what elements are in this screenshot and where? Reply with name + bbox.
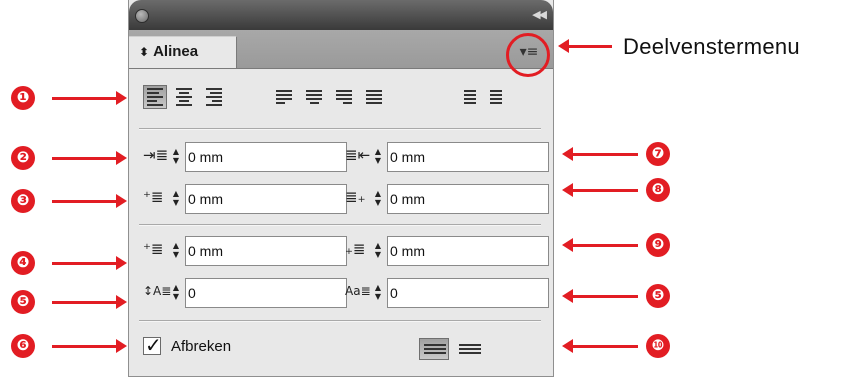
menu-callout-arrow (558, 39, 612, 53)
space-after-icon: ₊≣ (345, 240, 366, 258)
last-line-indent-input[interactable]: 0 mm (387, 184, 549, 214)
callout-badge-2: ❷ (11, 146, 35, 170)
tab-alinea[interactable]: ⬍ Alinea (129, 36, 237, 68)
hyphenate-checkbox[interactable]: ✓ (143, 335, 162, 355)
align-away-from-spine-button[interactable] (487, 85, 511, 109)
collapse-panel-icon[interactable]: ◀◀ (532, 8, 547, 21)
space-after-input[interactable]: 0 mm (387, 236, 549, 266)
last-line-indent-icon: ≣₊ (345, 188, 366, 206)
space-before-input[interactable]: 0 mm (185, 236, 347, 266)
callout-badge-6: ❻ (11, 334, 35, 358)
space-before-stepper[interactable]: ▲ ▼ (169, 239, 183, 261)
alignment-buttons-row (143, 85, 543, 111)
callout-arrow-10 (562, 339, 638, 353)
justify-all-button[interactable] (363, 85, 387, 109)
callout-arrow-3 (52, 194, 127, 208)
panel-menu-highlight (506, 33, 550, 77)
drop-cap-chars-icon: Aa≣ (345, 284, 371, 298)
left-indent-icon: ⇥≣ (143, 146, 169, 164)
callout-arrow-9 (562, 238, 638, 252)
justify-last-right-button[interactable] (333, 85, 357, 109)
panel-titlebar[interactable]: ◀◀ (129, 0, 553, 30)
callout-arrow-2 (52, 151, 127, 165)
double-arrow-updown-icon: ⬍ (139, 45, 150, 59)
callout-arrow-1 (52, 91, 127, 105)
callout-badge-8: ❽ (646, 178, 670, 202)
callout-badge-9: ❾ (646, 233, 670, 257)
callout-badge-10: ❿ (646, 334, 670, 358)
drop-cap-lines-field: ↕A≣ ▲ ▼ 0 (143, 276, 353, 308)
align-right-button[interactable] (203, 85, 227, 109)
left-indent-stepper[interactable]: ▲ ▼ (169, 145, 183, 167)
right-indent-icon: ≣⇤ (345, 146, 371, 164)
callout-badge-7: ❼ (646, 142, 670, 166)
justify-last-left-button[interactable] (273, 85, 297, 109)
drop-cap-chars-stepper[interactable]: ▲ ▼ (371, 281, 385, 303)
callout-arrow-6 (52, 339, 127, 353)
left-indent-input[interactable]: 0 mm (185, 142, 347, 172)
drop-cap-lines-input[interactable]: 0 (185, 278, 347, 308)
space-after-stepper[interactable]: ▲ ▼ (371, 239, 385, 261)
first-line-indent-input[interactable]: 0 mm (185, 184, 347, 214)
left-indent-field: ⇥≣ ▲ ▼ 0 mm (143, 140, 353, 172)
right-indent-stepper[interactable]: ▲ ▼ (371, 145, 385, 167)
close-panel-button[interactable] (135, 9, 149, 23)
callout-arrow-8 (562, 183, 638, 197)
justify-last-center-button[interactable] (303, 85, 327, 109)
callout-badge-3: ❸ (11, 189, 35, 213)
section-divider (139, 224, 541, 226)
right-indent-input[interactable]: 0 mm (387, 142, 549, 172)
drop-cap-chars-field: Aa≣ ▲ ▼ 0 (345, 276, 553, 308)
panel-tabbar: ⬍ Alinea ▾≡ (129, 30, 553, 69)
last-line-indent-stepper[interactable]: ▲ ▼ (371, 187, 385, 209)
align-center-button[interactable] (173, 85, 197, 109)
first-line-indent-icon: ⁺≣ (143, 188, 164, 206)
align-left-button[interactable] (143, 85, 167, 109)
section-divider (139, 128, 541, 130)
callout-badge-4: ❹ (11, 251, 35, 275)
first-line-indent-stepper[interactable]: ▲ ▼ (169, 187, 183, 209)
callout-arrow-5-left (52, 295, 127, 309)
tab-label: Alinea (153, 43, 199, 60)
align-towards-spine-button[interactable] (457, 85, 481, 109)
first-line-indent-field: ⁺≣ ▲ ▼ 0 mm (143, 182, 353, 214)
callout-arrow-4 (52, 256, 127, 270)
callout-arrow-5-right (562, 289, 638, 303)
hyphenate-label: Afbreken (171, 338, 232, 355)
paragraph-panel: ◀◀ ⬍ Alinea ▾≡ ⇥≣ ▲ ▼ 0 mm ⁺≣ ▲ ▼ 0 mm ≣… (128, 0, 554, 377)
space-after-field: ₊≣ ▲ ▼ 0 mm (345, 234, 553, 266)
drop-cap-lines-stepper[interactable]: ▲ ▼ (169, 281, 183, 303)
space-before-field: ⁺≣ ▲ ▼ 0 mm (143, 234, 353, 266)
callout-badge-5-right: ❺ (646, 284, 670, 308)
align-to-baseline-grid-button[interactable] (455, 338, 485, 360)
panel-menu-label: Deelvenstermenu (623, 34, 800, 59)
callout-badge-1: ❶ (11, 86, 35, 110)
last-line-indent-field: ≣₊ ▲ ▼ 0 mm (345, 182, 553, 214)
right-indent-field: ≣⇤ ▲ ▼ 0 mm (345, 140, 553, 172)
section-divider (139, 320, 541, 322)
drop-cap-lines-icon: ↕A≣ (143, 284, 172, 298)
callout-arrow-7 (562, 147, 638, 161)
do-not-align-to-baseline-grid-button[interactable] (419, 338, 449, 360)
drop-cap-chars-input[interactable]: 0 (387, 278, 549, 308)
callout-badge-5-left: ❺ (11, 290, 35, 314)
space-before-icon: ⁺≣ (143, 240, 164, 258)
